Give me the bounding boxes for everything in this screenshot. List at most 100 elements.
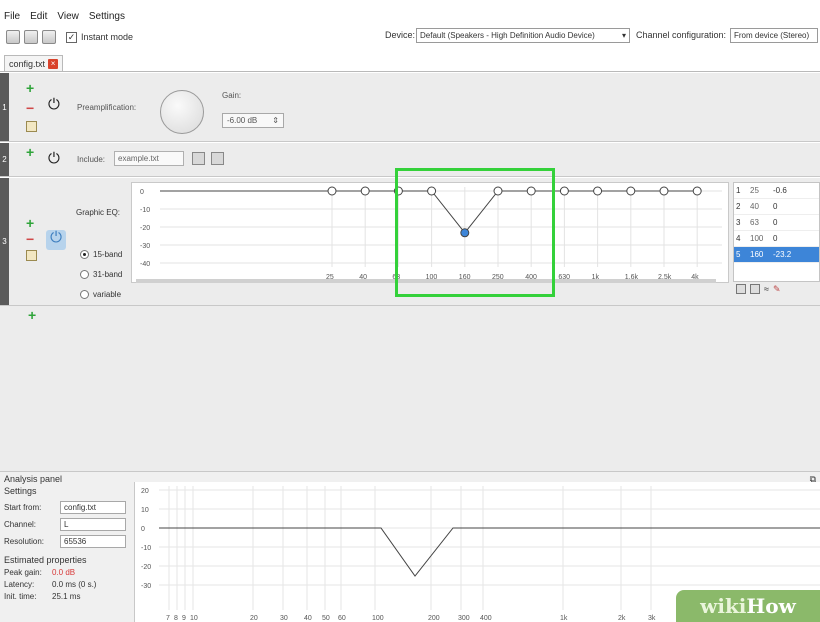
eq-curve-svg: 0-10-20-30-4025 40 63 100 160 250 400 630 1k 1.6k… (136, 186, 722, 283)
x-tick-label: 3k (648, 615, 656, 622)
y-tick-label: 20 (141, 488, 149, 495)
table-row[interactable]: 4 100 0 (734, 231, 819, 247)
edit-icon[interactable] (26, 121, 37, 132)
save-icon[interactable] (736, 284, 746, 294)
latency-label: Latency: (4, 580, 35, 589)
table-cell: -23.2 (773, 250, 792, 259)
x-tick-label: 40 (304, 615, 312, 622)
browse-file-icon[interactable] (192, 152, 205, 165)
x-tick-label: 200 (428, 615, 440, 622)
new-file-icon[interactable] (6, 30, 20, 44)
include-file-value: example.txt (118, 154, 159, 163)
x-tick-label: 1k (560, 615, 568, 622)
table-cell: 40 (750, 202, 759, 211)
y-tick-label: -20 (141, 564, 151, 571)
start-from-row: Start from: config.txt (4, 499, 132, 516)
gain-stepper[interactable]: -6.00 dB ⇕ (222, 113, 284, 128)
channel-config-select[interactable]: From device (Stereo) (730, 28, 818, 43)
device-select[interactable]: Default (Speakers - High Definition Audi… (416, 28, 630, 43)
open-include-icon[interactable] (211, 152, 224, 165)
channel-label: Channel: (4, 520, 37, 529)
table-row[interactable]: 2 40 0 (734, 199, 819, 215)
close-icon[interactable]: × (48, 58, 59, 69)
y-tick-label: -20 (140, 225, 150, 232)
eq-band-handle (692, 186, 702, 196)
power-icon[interactable]: ⏻ (48, 151, 60, 166)
table-cell: 5 (736, 250, 741, 259)
analyze-icon[interactable]: ✎ (773, 284, 781, 295)
eq-curve (332, 190, 698, 234)
x-tick-label: 7 (166, 615, 170, 622)
start-from-label: Start from: (4, 503, 42, 512)
power-icon[interactable]: ⏻ (46, 230, 66, 250)
device-label: Device: (385, 30, 416, 40)
edit-icon[interactable] (26, 250, 37, 261)
horizontal-scrollbar (136, 279, 716, 283)
init-time-label: Init. time: (4, 592, 37, 601)
radio-icon (80, 290, 89, 299)
estimated-heading: Estimated properties (4, 555, 87, 565)
x-tick-label: 30 (280, 615, 288, 622)
menu-file[interactable]: File (4, 11, 20, 22)
settings-heading: Settings (4, 486, 37, 496)
graphic-eq-graph[interactable]: 0 -10 -20 -30 -40 25 40 63 100 160 250 400 630 1k 1.6k… (131, 182, 729, 283)
stepper-arrows-icon: ⇕ (272, 116, 279, 125)
chevron-down-icon: ▾ (621, 31, 626, 40)
x-tick-label: 9 (182, 615, 186, 622)
y-tick-label: -30 (140, 243, 150, 250)
menu-settings[interactable]: Settings (89, 11, 125, 22)
tab-config[interactable]: config.txt × (4, 55, 64, 71)
peak-gain-row: Peak gain: 0.0 dB (4, 568, 132, 580)
copy-icon[interactable] (750, 284, 760, 294)
eq-band-handle (327, 186, 337, 196)
table-row[interactable]: 1 25 -0.6 (734, 183, 819, 199)
analysis-panel-title: Analysis panel (4, 474, 63, 484)
latency-value: 0.0 ms (0 s.) (52, 580, 97, 589)
tab-label: config.txt (9, 58, 46, 69)
channel-select[interactable]: L (60, 518, 126, 531)
add-filter-icon[interactable]: + (26, 216, 34, 230)
graphic-eq-label: Graphic EQ: (76, 208, 121, 217)
menu-edit[interactable]: Edit (30, 11, 47, 22)
y-tick-label: -40 (140, 261, 150, 268)
table-row[interactable]: 3 63 0 (734, 215, 819, 231)
remove-filter-icon[interactable]: − (26, 232, 34, 246)
band-option-variable[interactable]: variable (80, 290, 121, 299)
include-file-input[interactable]: example.txt (114, 151, 184, 166)
empty-workspace: + (0, 306, 820, 471)
x-tick-label: 10 (190, 615, 198, 622)
x-tick-label: 8 (174, 615, 178, 622)
invert-icon[interactable]: ≈ (764, 284, 769, 295)
x-tick-label: 50 (322, 615, 330, 622)
power-icon[interactable]: ⏻ (48, 97, 60, 112)
filter-panel-preamp: 1 + − ⏻ Preamplification: Gain: -6.00 dB… (0, 73, 820, 142)
eq-band-handle (493, 186, 503, 196)
start-from-select[interactable]: config.txt (60, 501, 126, 514)
eq-band-handle (526, 186, 536, 196)
band-option-label: variable (93, 290, 122, 299)
add-filter-icon[interactable]: + (26, 81, 34, 95)
table-row[interactable]: 5 160 -23.2 (734, 247, 819, 263)
resolution-stepper[interactable]: 65536 (60, 535, 126, 548)
remove-filter-icon[interactable]: − (26, 101, 34, 115)
gain-value: -6.00 dB (227, 116, 258, 125)
y-tick-label: -30 (141, 583, 151, 590)
resolution-row: Resolution: 65536 (4, 533, 132, 550)
menu-view[interactable]: View (57, 11, 79, 22)
band-option-15[interactable]: 15-band (80, 250, 122, 259)
preamp-knob[interactable] (160, 90, 204, 134)
init-time-value: 25.1 ms (52, 592, 81, 601)
band-option-31[interactable]: 31-band (80, 270, 122, 279)
add-filter-icon[interactable]: + (28, 308, 36, 322)
save-icon[interactable] (42, 30, 56, 44)
instant-mode-label: Instant mode (81, 32, 134, 42)
x-tick-label: 400 (480, 615, 492, 622)
instant-mode-checkbox[interactable]: ✓ (66, 31, 77, 43)
table-cell: -0.6 (773, 186, 787, 195)
peak-gain-label: Peak gain: (4, 568, 42, 577)
radio-icon (80, 270, 89, 279)
add-filter-icon[interactable]: + (26, 145, 34, 159)
table-cell: 4 (736, 234, 741, 243)
open-file-icon[interactable] (24, 30, 38, 44)
toolbar: ✓ Instant mode Device: Default (Speakers… (0, 26, 820, 48)
